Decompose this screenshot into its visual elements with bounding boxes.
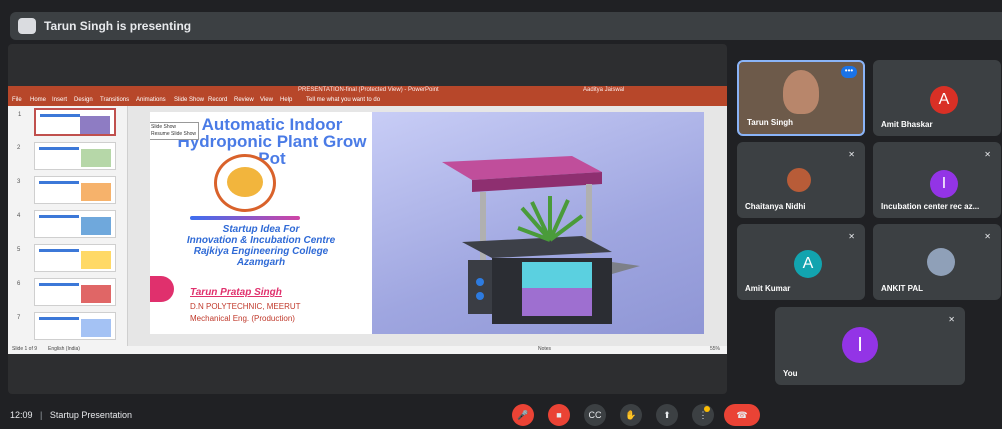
top-bar: Tarun Singh is presenting [0,0,1002,40]
slide-subtitle-1: Startup Idea For [222,224,300,235]
meeting-controls-bar: 12:09 | Startup Presentation 🎤 ■ CC ✋ ⬆ … [0,400,1002,429]
hang-up-icon[interactable]: ☎ [724,404,760,426]
participant-name: You [783,369,798,378]
participant-name: ANKIT PAL [881,284,924,293]
slide-context-menu[interactable]: Slide Show Resume Slide Show [150,122,200,140]
avatar: A [930,86,958,114]
ribbon-tab-help: Help [280,97,293,103]
ribbon-tab-design: Design [74,97,93,103]
participant-name: Chaitanya Nidhi [745,202,806,211]
slide-thumbnails: 1 2 3 4 5 6 7 [8,106,128,346]
slide-thumbnail: 4 [17,210,116,238]
mic-off-icon: ✕ [984,150,991,159]
mic-off-icon: ✕ [948,315,955,324]
presentation-icon [18,18,36,34]
meeting-title: Startup Presentation [49,410,132,420]
powerpoint-statusbar: Slide 1 of 9 English (India) Notes 55% [8,346,727,354]
status-slide-count: Slide 1 of 9 [12,346,38,352]
slide-department: Mechanical Eng. (Production) [190,314,295,323]
participant-tile-tarun-singh[interactable]: ••• Tarun Singh [737,60,865,136]
participant-tile-you[interactable]: ✕ I You [775,307,965,385]
slide-thumbnail: 7 [17,312,116,340]
mic-off-icon: ✕ [848,150,855,159]
slide-thumbnail: 6 [17,278,116,306]
status-language: English (India) [48,346,80,352]
menu-item-slide-show[interactable]: Slide Show [151,124,196,131]
college-logo [214,154,276,212]
slide-thumbnail: 3 [17,176,116,204]
participant-name: Amit Bhaskar [881,120,933,129]
camera-off-icon[interactable]: ■ [548,404,570,426]
slide-thumbnail: 2 [17,142,116,170]
participant-name: Amit Kumar [745,284,791,293]
ribbon-tab-animations: Animations [136,97,166,103]
present-icon[interactable]: ⬆ [656,404,678,426]
meeting-info: 12:09 | Startup Presentation [10,410,132,420]
powerpoint-user: Aaditya Jaiswal [583,87,625,93]
participant-tile-amit-bhaskar[interactable]: A Amit Bhaskar [873,60,1001,136]
powerpoint-ribbon: File Home Insert Design Transitions Anim… [8,96,727,106]
slide-thumbnail: 1 [18,108,116,136]
ribbon-tab-record: Record [208,97,228,103]
slide-accent-shape [150,276,174,302]
captions-icon[interactable]: CC [584,404,606,426]
participant-tile-amit-kumar[interactable]: ✕ A Amit Kumar [737,224,865,300]
slide-subtitle-2: Innovation & Incubation Centre [186,235,336,246]
powerpoint-titlebar: PRESENTATION-final (Protected View) - Po… [8,86,727,96]
status-zoom: 55% [710,346,721,352]
mic-off-icon[interactable]: 🎤 [512,404,534,426]
slide-subtitle-4: Azamgarh [236,257,286,268]
slide-presenter-name: Tarun Pratap Singh [190,287,282,298]
participant-name: Tarun Singh [747,118,794,127]
shared-screen[interactable]: PRESENTATION-final (Protected View) - Po… [8,44,727,394]
slide-institute: D.N POLYTECHNIC, MEERUT [190,302,301,311]
more-icon[interactable]: ⋮ [692,404,714,426]
meet-window: Tarun Singh is presenting PRESENTATION-f… [0,0,1002,429]
avatar [787,168,811,192]
ribbon-tab-slide-show: Slide Show [174,97,205,103]
ribbon-tab-insert: Insert [52,97,68,103]
slide-divider [190,216,300,220]
participant-tile-ankit-pal[interactable]: ✕ ANKIT PAL [873,224,1001,300]
participant-tile-chaitanya-nidhi[interactable]: ✕ Chaitanya Nidhi [737,142,865,218]
ribbon-tab-home: Home [30,97,47,103]
ribbon-tab-view: View [260,97,273,103]
participant-name: Incubation center rec az... [881,202,980,211]
slide-title: Automatic Indoor Hydroponic Plant Grow P… [177,115,367,168]
powerpoint-title: PRESENTATION-final (Protected View) - Po… [298,87,439,93]
grow-pot-illustration [442,156,640,324]
status-notes: Notes [538,346,552,352]
separator: | [40,410,43,420]
ribbon-tab-transitions: Transitions [100,97,130,103]
mic-off-icon: ✕ [984,232,991,241]
presenter-banner-text: Tarun Singh is presenting [44,19,192,33]
presenter-banner: Tarun Singh is presenting [10,12,1002,40]
avatar [927,248,955,276]
avatar: I [930,170,958,198]
meeting-time: 12:09 [10,410,33,420]
ribbon-tell-me: Tell me what you want to do [306,97,381,103]
slide-thumbnail: 5 [17,244,116,272]
powerpoint-workspace: 1 2 3 4 5 6 7 Automatic Indoor Hydroponi… [8,106,727,346]
avatar: A [794,250,822,278]
notification-dot [704,406,710,412]
slide-image-panel [372,112,704,334]
participant-video [783,70,819,114]
more-options-icon[interactable]: ••• [841,66,857,78]
current-slide: Automatic Indoor Hydroponic Plant Grow P… [150,112,704,334]
avatar: I [842,327,878,363]
ribbon-tab-file: File [12,97,22,103]
participant-tile-incubation-center[interactable]: ✕ I Incubation center rec az... [873,142,1001,218]
ribbon-tab-review: Review [234,97,254,103]
menu-item-resume-slide-show[interactable]: Resume Slide Show [151,131,196,138]
mic-off-icon: ✕ [848,232,855,241]
slide-subtitle-3: Rajkiya Engineering College [193,246,329,257]
raise-hand-icon[interactable]: ✋ [620,404,642,426]
